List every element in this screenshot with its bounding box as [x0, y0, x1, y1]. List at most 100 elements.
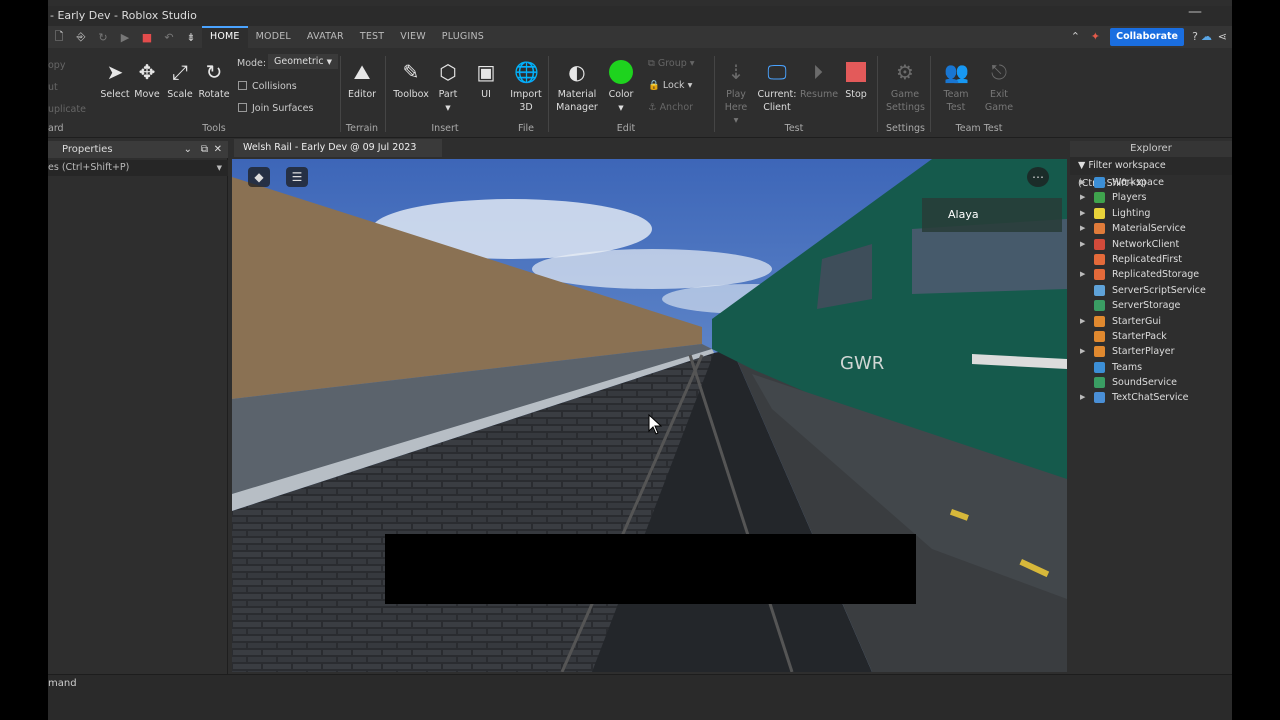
explorer-filter-input[interactable]: ▼ Filter workspace (Ctrl+Shift+X) — [1070, 157, 1232, 189]
customize-icon[interactable]: ⇟ — [180, 31, 202, 44]
explorer-item[interactable]: ▶ TextChatService — [1070, 390, 1232, 405]
explorer-item[interactable]: ▶ Players — [1070, 190, 1232, 205]
open-icon[interactable]: ⎆ — [70, 30, 92, 44]
move-button[interactable]: ✥ Move — [132, 60, 162, 101]
expand-arrow-icon[interactable]: ▶ — [1080, 344, 1085, 359]
explorer-item[interactable]: ▶ StarterGui — [1070, 314, 1232, 329]
service-icon — [1094, 361, 1105, 373]
chat-icon[interactable]: ☰ — [286, 167, 308, 187]
more-options-icon[interactable]: ⋯ — [1027, 167, 1049, 187]
rotate-icon: ↻ — [205, 60, 223, 84]
popout-icon[interactable]: ⧉ — [201, 141, 208, 158]
color-button[interactable]: Color ▼ — [606, 60, 636, 115]
join-surfaces-checkbox[interactable]: Join Surfaces — [238, 103, 313, 114]
toolbox-button[interactable]: ✎ Toolbox — [391, 60, 431, 101]
anchor-button[interactable]: ⚓ Anchor — [648, 102, 693, 113]
redo-icon[interactable]: ↻ — [92, 31, 114, 44]
expand-arrow-icon[interactable]: ▶ — [1080, 314, 1085, 329]
notification-icon[interactable]: ✦ — [1091, 30, 1100, 43]
expand-arrow-icon[interactable]: ▶ — [1080, 237, 1085, 252]
document-tab[interactable]: Welsh Rail - Early Dev @ 09 Jul 2023 21:… — [234, 139, 442, 171]
mode-dropdown[interactable]: Geometric ▼ — [268, 54, 339, 69]
service-icon — [1094, 238, 1105, 250]
share-icon[interactable]: ⋖ — [1218, 30, 1227, 43]
undo-icon[interactable]: ↶ — [158, 31, 180, 44]
tab-avatar[interactable]: AVATAR — [299, 26, 352, 48]
collaborate-button[interactable]: Collaborate — [1110, 28, 1184, 46]
copy-button[interactable]: opy — [48, 60, 65, 71]
team-test-button[interactable]: 👥 Team Test — [938, 60, 974, 114]
explorer-item[interactable]: ▶ MaterialService — [1070, 221, 1232, 236]
stop-button[interactable]: Stop — [842, 60, 870, 101]
resume-button[interactable]: ⏵ Resume — [800, 60, 838, 101]
explorer-item[interactable]: ▶ ReplicatedStorage — [1070, 267, 1232, 282]
tab-view[interactable]: VIEW — [392, 26, 434, 48]
select-button[interactable]: ➤ Select — [100, 60, 130, 101]
explorer-item-label: MaterialService — [1112, 223, 1186, 235]
stop-icon[interactable]: ■ — [136, 31, 158, 44]
explorer-item[interactable]: ▶ Lighting — [1070, 206, 1232, 221]
tab-test[interactable]: TEST — [352, 26, 392, 48]
explorer-item[interactable]: ReplicatedFirst — [1070, 252, 1232, 267]
tab-model[interactable]: MODEL — [248, 26, 299, 48]
material-manager-button[interactable]: ◐ Material Manager — [554, 60, 600, 114]
collisions-checkbox[interactable]: Collisions — [238, 81, 297, 92]
expand-arrow-icon[interactable]: ▶ — [1080, 221, 1085, 236]
player-name-tag: Alaya — [922, 198, 1062, 232]
toolbox-icon: ✎ — [402, 60, 420, 84]
ui-button[interactable]: ▣ UI — [471, 60, 501, 101]
chevron-down-icon[interactable]: ⌄ — [184, 141, 192, 158]
command-bar[interactable]: mand — [48, 674, 1232, 692]
group-button[interactable]: ⧉ Group ▾ — [648, 58, 695, 69]
tab-home[interactable]: HOME — [202, 26, 248, 48]
rotate-button[interactable]: ↻ Rotate — [198, 60, 230, 101]
explorer-item-label: Lighting — [1112, 207, 1151, 219]
explorer-item[interactable]: ServerStorage — [1070, 298, 1232, 313]
expand-arrow-icon[interactable]: ▶ — [1080, 190, 1085, 205]
play-here-button[interactable]: ⇣ Play Here ▾ — [721, 60, 751, 127]
game-settings-button[interactable]: ⚙ Game Settings — [886, 60, 925, 114]
explorer-item[interactable]: ServerScriptService — [1070, 283, 1232, 298]
explorer-item[interactable]: ▶ Workspace — [1070, 175, 1232, 190]
close-icon[interactable]: ✕ — [214, 141, 222, 158]
expand-arrow-icon[interactable]: ▶ — [1080, 175, 1085, 190]
current-client-button[interactable]: 🖵 Current: Client — [756, 60, 798, 114]
cloud-icon[interactable]: ☁ — [1201, 30, 1212, 43]
explorer-item-label: Workspace — [1112, 177, 1164, 188]
minimize-button[interactable]: — — [1188, 2, 1202, 22]
help-icon[interactable]: ? — [1192, 30, 1198, 43]
game-viewport[interactable]: GWR ◆ ☰ ⋯ Alaya — [232, 159, 1067, 672]
expand-arrow-icon[interactable]: ▶ — [1080, 206, 1085, 221]
import-3d-button[interactable]: 🌐 Import 3D — [508, 60, 544, 114]
play-icon[interactable]: ▶ — [114, 31, 136, 44]
properties-filter-input[interactable]: es (Ctrl+Shift+P) ▼ — [48, 160, 228, 176]
collapse-ribbon-icon[interactable]: ⌃ — [1071, 30, 1080, 43]
terrain-editor-button[interactable]: ⛰ Editor — [344, 60, 380, 101]
chevron-down-icon: ▼ — [216, 164, 222, 172]
edit-group-label: Edit — [616, 123, 636, 134]
roblox-menu-icon[interactable]: ◆ — [248, 167, 270, 187]
service-icon — [1094, 315, 1105, 327]
cut-button[interactable]: ut — [48, 82, 58, 93]
explorer-item[interactable]: ▶ NetworkClient — [1070, 237, 1232, 252]
expand-arrow-icon[interactable]: ▶ — [1080, 390, 1085, 405]
explorer-item-label: Teams — [1112, 361, 1143, 373]
window-title: - Early Dev - Roblox Studio — [50, 9, 197, 22]
insert-group-label: Insert — [431, 123, 459, 134]
explorer-item[interactable]: Teams — [1070, 360, 1232, 375]
lock-button[interactable]: 🔒 Lock ▾ — [648, 80, 692, 91]
group-icon: ⧉ — [648, 58, 655, 69]
expand-arrow-icon[interactable]: ▶ — [1080, 267, 1085, 282]
file-icon[interactable]: 🗋 — [48, 28, 70, 47]
duplicate-button[interactable]: uplicate — [48, 104, 86, 115]
scale-button[interactable]: ⤢ Scale — [165, 60, 195, 101]
tab-plugins[interactable]: PLUGINS — [434, 26, 492, 48]
explorer-item[interactable]: SoundService — [1070, 375, 1232, 390]
exit-game-button[interactable]: ⎋ Exit Game — [983, 60, 1015, 114]
tools-group-label: Tools — [202, 123, 226, 134]
explorer-item[interactable]: StarterPack — [1070, 329, 1232, 344]
part-button[interactable]: ⬡ Part ▼ — [433, 60, 463, 115]
explorer-item[interactable]: ▶ StarterPlayer — [1070, 344, 1232, 359]
move-icon: ✥ — [138, 60, 156, 84]
gear-icon: ⚙ — [896, 60, 914, 84]
